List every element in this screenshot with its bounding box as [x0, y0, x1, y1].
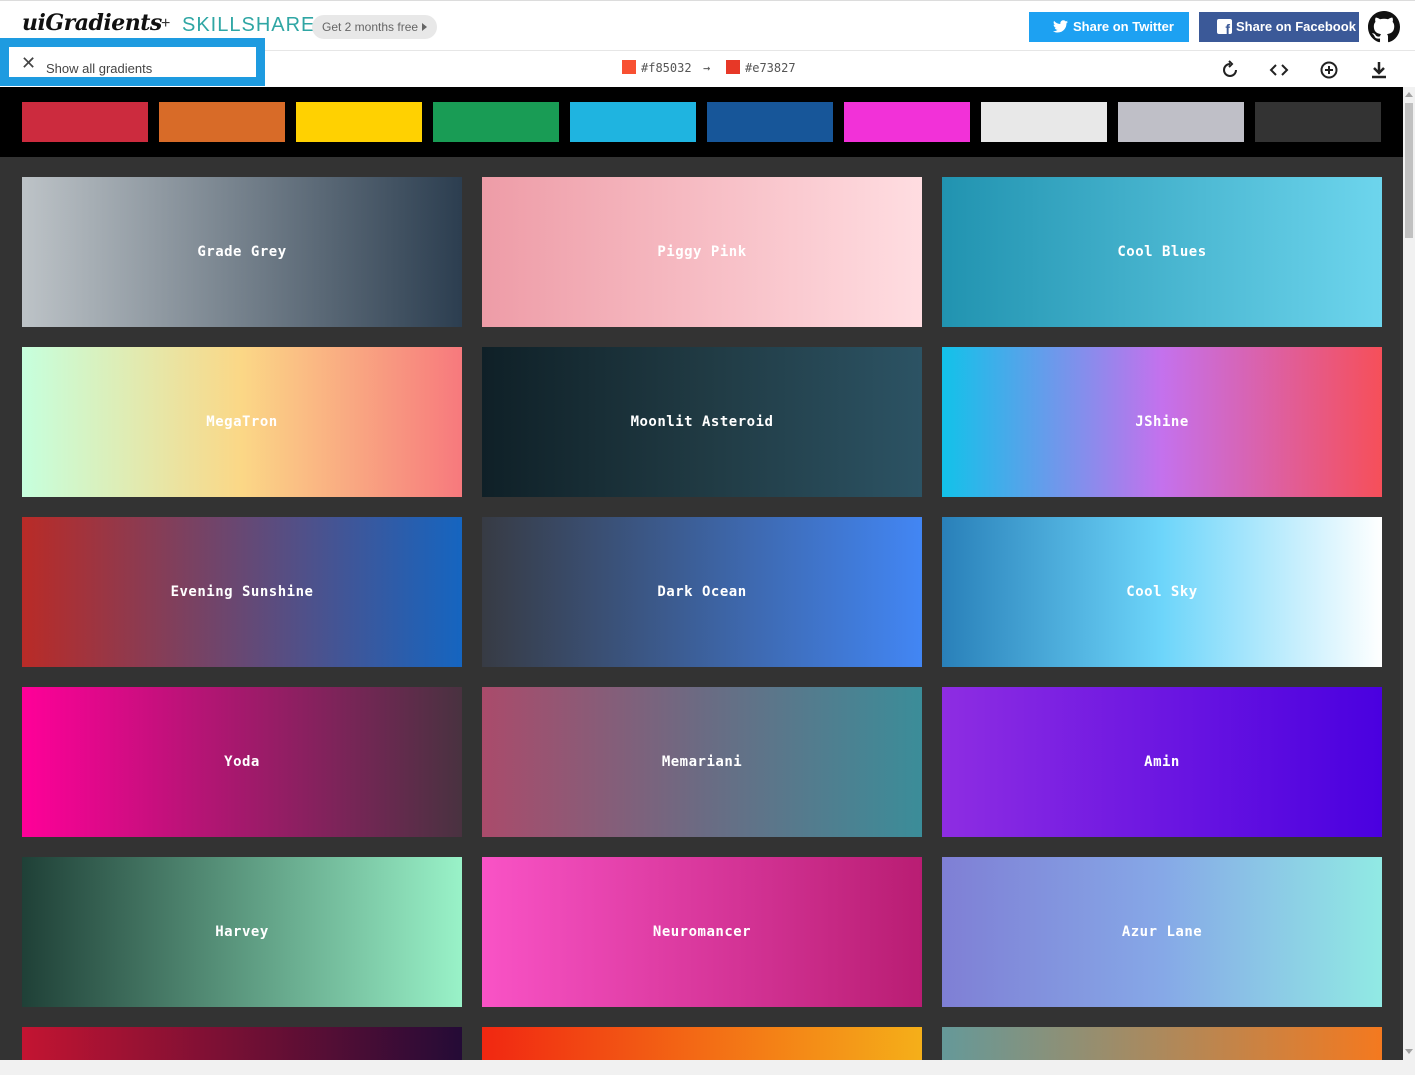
gradient-name: Azur Lane: [1121, 924, 1203, 940]
download-icon[interactable]: [1369, 60, 1389, 80]
gradient-name: JShine: [1135, 414, 1189, 430]
gradient-name: Harvey: [215, 924, 269, 940]
gradient-card[interactable]: Cool Sky: [942, 517, 1382, 667]
arrow-right-icon: →: [703, 61, 711, 75]
gradient-card[interactable]: Piggy Pink: [482, 177, 922, 327]
gradient-name: Amin: [1144, 754, 1180, 770]
gradient-name: MegaTron: [206, 414, 278, 430]
gradient-card[interactable]: Cool Blues: [942, 177, 1382, 327]
github-icon[interactable]: [1368, 11, 1400, 43]
gradient-card[interactable]: Neuromancer: [482, 857, 922, 1007]
filter-white[interactable]: [981, 102, 1107, 142]
gradient-card[interactable]: Amin: [942, 687, 1382, 837]
filter-blue[interactable]: [707, 102, 833, 142]
gradient-card[interactable]: JShine: [942, 347, 1382, 497]
filter-red[interactable]: [22, 102, 148, 142]
gradient-card[interactable]: [22, 1027, 462, 1060]
gradient-card[interactable]: Moonlit Asteroid: [482, 347, 922, 497]
color-to-swatch: [726, 60, 740, 74]
promo-label: Get 2 months free: [322, 20, 419, 34]
gradient-name: Dark Ocean: [657, 584, 747, 600]
filter-green[interactable]: [433, 102, 559, 142]
filter-cyan[interactable]: [570, 102, 696, 142]
scroll-up-icon[interactable]: [1405, 92, 1413, 97]
share-facebook-button[interactable]: f Share on Facebook: [1199, 12, 1359, 42]
horizontal-scrollbar[interactable]: [0, 1060, 1415, 1075]
gradient-name: Grade Grey: [197, 244, 287, 260]
share-facebook-label: Share on Facebook: [1236, 19, 1356, 34]
color-from-swatch: [622, 60, 636, 74]
show-all-gradients-button[interactable]: ✕ Show all gradients: [0, 38, 265, 86]
share-twitter-button[interactable]: Share on Twitter: [1029, 12, 1189, 42]
gradient-name: Memariani: [661, 754, 743, 770]
gradient-card[interactable]: Memariani: [482, 687, 922, 837]
app-window: { "header": { "logo": "uiGradients", "pl…: [0, 0, 1415, 1075]
filter-black[interactable]: [1255, 102, 1381, 142]
twitter-icon: [1053, 20, 1068, 33]
gradient-name: Cool Sky: [1126, 584, 1198, 600]
gradient-name: Cool Blues: [1117, 244, 1207, 260]
promo-button[interactable]: Get 2 months free: [312, 15, 437, 39]
gradient-card[interactable]: Harvey: [22, 857, 462, 1007]
rotate-icon[interactable]: [1220, 60, 1240, 80]
gradient-card[interactable]: MegaTron: [22, 347, 462, 497]
color-to-hex[interactable]: #e73827: [745, 61, 796, 75]
caret-right-icon: [422, 23, 428, 31]
add-gradient-icon[interactable]: [1319, 60, 1339, 80]
code-icon[interactable]: [1269, 60, 1289, 80]
gradient-name: Neuromancer: [652, 924, 752, 940]
color-filter-bar: [0, 87, 1403, 157]
gradient-card[interactable]: Evening Sunshine: [22, 517, 462, 667]
gradient-card[interactable]: Yoda: [22, 687, 462, 837]
facebook-icon: f: [1217, 19, 1232, 36]
filter-yellow[interactable]: [296, 102, 422, 142]
vertical-scrollbar[interactable]: [1403, 87, 1415, 1060]
filter-pink[interactable]: [844, 102, 970, 142]
uigradients-logo[interactable]: uiGradients: [22, 10, 162, 36]
gradient-name: Yoda: [224, 754, 260, 770]
filter-orange[interactable]: [159, 102, 285, 142]
share-twitter-label: Share on Twitter: [1073, 19, 1174, 34]
gradient-card[interactable]: [942, 1027, 1382, 1060]
color-from-hex[interactable]: #f85032: [641, 61, 692, 75]
gradient-name: Piggy Pink: [657, 244, 747, 260]
gradient-card[interactable]: Grade Grey: [22, 177, 462, 327]
show-all-label: Show all gradients: [46, 61, 153, 76]
gradient-name: Evening Sunshine: [170, 584, 314, 600]
gradient-name: Moonlit Asteroid: [630, 414, 774, 430]
plus-sign: +: [161, 15, 171, 32]
scrollbar-thumb[interactable]: [1405, 103, 1413, 238]
filter-grey[interactable]: [1118, 102, 1244, 142]
skillshare-logo[interactable]: SKILLSHARE: [182, 14, 315, 37]
close-icon: ✕: [21, 53, 37, 73]
gradient-card[interactable]: Dark Ocean: [482, 517, 922, 667]
gradient-card[interactable]: [482, 1027, 922, 1060]
scroll-down-icon[interactable]: [1405, 1049, 1413, 1054]
gradient-card[interactable]: Azur Lane: [942, 857, 1382, 1007]
